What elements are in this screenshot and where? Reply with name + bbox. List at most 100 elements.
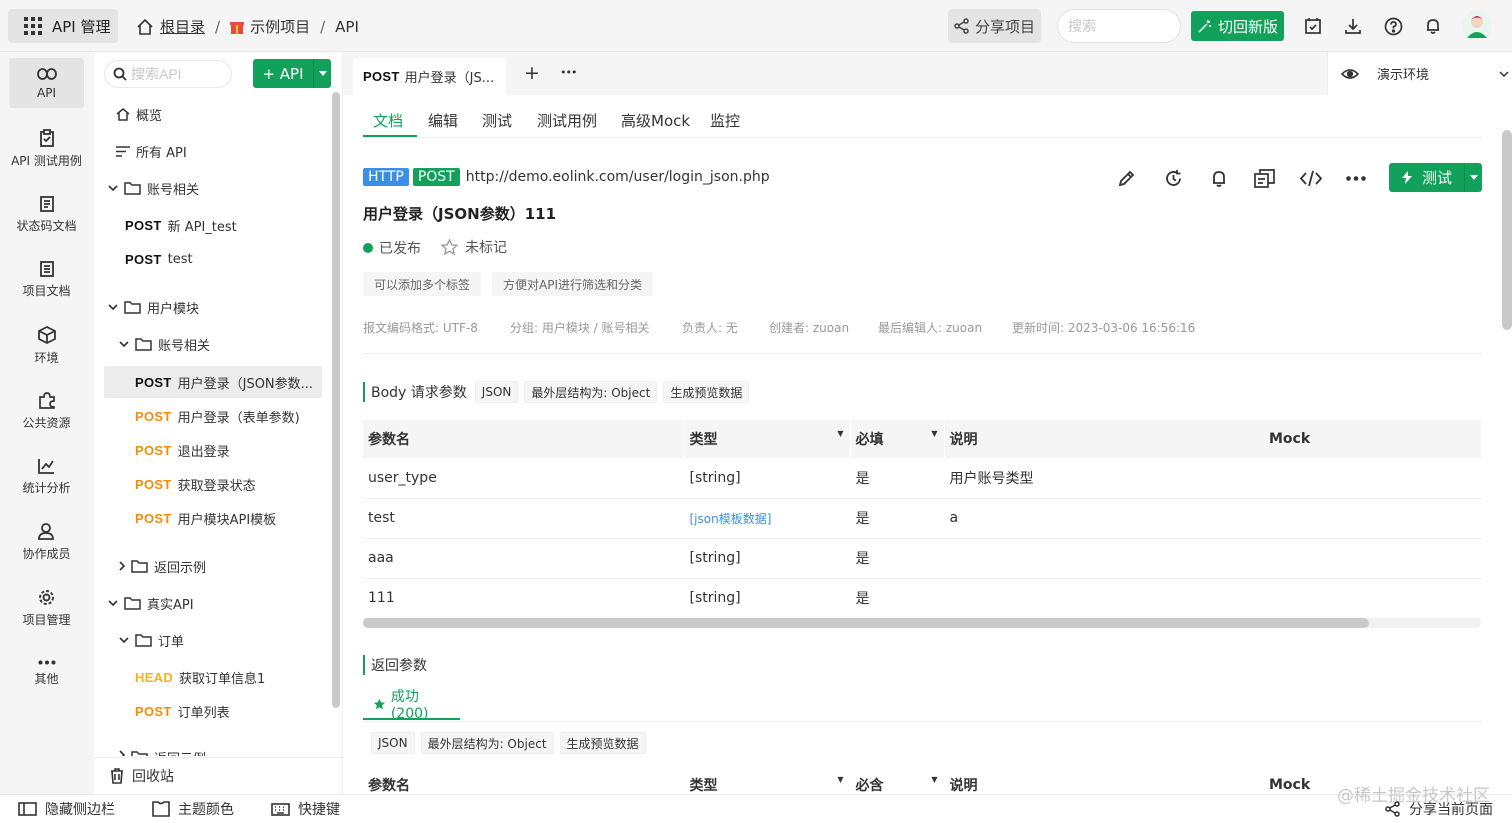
generate-preview-button[interactable]: 生成预览数据 [663, 381, 750, 403]
hide-sidebar-label: 隐藏侧边栏 [45, 802, 115, 818]
subtab-test-cases[interactable]: 测试用例 [537, 110, 597, 131]
history-icon[interactable] [1164, 169, 1183, 188]
caret-down-icon [1469, 175, 1478, 180]
caret-down-icon: ▼ [931, 429, 938, 438]
api-search[interactable] [104, 60, 232, 88]
edit-icon[interactable] [1118, 169, 1136, 187]
download-icon[interactable] [1341, 14, 1365, 38]
switch-new-version-button[interactable]: 切回新版 [1191, 11, 1284, 41]
nav-item-project-management[interactable]: 项目管理 [9, 583, 84, 633]
recycle-bin[interactable]: 回收站 [94, 757, 343, 794]
tree-item-api[interactable]: POST 订单列表 [135, 695, 230, 727]
app-menu-button[interactable]: API 管理 [8, 9, 118, 43]
tab-more-button[interactable]: ••• [560, 66, 577, 79]
tree-folder-user-account[interactable]: 账号相关 [119, 328, 210, 360]
tree-item-all-api[interactable]: 所有 API [116, 135, 187, 167]
subtab-test[interactable]: 测试 [482, 110, 512, 131]
share-project-button[interactable]: 分享项目 [948, 9, 1041, 43]
nav-item-api-test-cases[interactable]: API 测试用例 [9, 124, 84, 174]
nav-item-members[interactable]: 协作成员 [9, 517, 84, 567]
response-tab-label: 成功 (200) [390, 689, 429, 722]
tree-item-label: 返回示例 [154, 560, 207, 576]
status-dot [363, 243, 373, 253]
nav-item-api[interactable]: API [9, 58, 84, 108]
nav-item-project-docs[interactable]: 项目文档 [9, 255, 84, 305]
tree-item-api[interactable]: POST 退出登录 [135, 434, 230, 466]
test-button[interactable]: 测试 [1389, 163, 1482, 192]
add-tab-button[interactable]: + [524, 62, 540, 84]
breadcrumb: 根目录 / 示例项目 / API [136, 16, 359, 37]
calendar-check-icon[interactable] [1301, 14, 1325, 38]
environment-select[interactable]: 演示环境 [1327, 52, 1512, 95]
bell-icon[interactable] [1421, 14, 1445, 38]
nav-item-other[interactable]: 其他 [9, 648, 84, 698]
share-page-button[interactable]: 分享当前页面 [1385, 799, 1493, 819]
param-type-link[interactable]: [json模板数据] [683, 498, 850, 539]
param-name: 111 [363, 578, 684, 619]
tree-folder-user[interactable]: 用户模块 [108, 291, 199, 323]
nav-item-status-codes[interactable]: 状态码文档 [9, 190, 84, 240]
avatar[interactable] [1462, 10, 1492, 40]
tree-item-api[interactable]: POST 用户模块API模板 [135, 502, 276, 534]
code-icon[interactable] [1300, 170, 1322, 187]
add-api-button[interactable]: + API [253, 59, 331, 88]
table-horizontal-scrollbar[interactable] [363, 618, 1369, 628]
nav-item-label: 协作成员 [22, 546, 71, 561]
tree-folder-return-2[interactable]: 返回示例 [119, 742, 206, 756]
subtab-monitor[interactable]: 监控 [710, 110, 740, 131]
add-api-dropdown[interactable] [314, 71, 331, 76]
tree-item-label: 概览 [136, 108, 163, 124]
col-header-type[interactable]: 类型 ▼ [683, 420, 850, 458]
tree-item-api[interactable]: HEAD 获取订单信息1 [135, 661, 265, 693]
hide-sidebar-button[interactable]: 隐藏侧边栏 [18, 799, 115, 819]
method-badge: POST [135, 510, 172, 526]
tree-folder-return[interactable]: 返回示例 [119, 550, 206, 582]
tab-api-login-json[interactable]: POST 用户登录（JS... [353, 58, 506, 95]
col-header-type[interactable]: 类型 ▼ [683, 766, 850, 795]
help-icon[interactable] [1381, 14, 1405, 38]
tree-item-api[interactable]: POST 获取登录状态 [135, 468, 256, 500]
page-vertical-scrollbar[interactable] [1502, 130, 1512, 330]
tree-scrollbar[interactable] [332, 92, 340, 708]
puzzle-icon [38, 392, 55, 409]
star-toggle[interactable]: 未标记 [441, 237, 507, 257]
api-tag[interactable]: 方便对API进行筛选和分类 [492, 272, 653, 296]
param-required: 是 [849, 538, 944, 579]
chevron-right-icon [119, 750, 125, 756]
api-tag[interactable]: 可以添加多个标签 [363, 272, 482, 296]
col-header-required[interactable]: 必填 ▼ [849, 420, 944, 458]
theme-color-button[interactable]: 主题颜色 [152, 799, 234, 819]
tab-bar: POST 用户登录（JS... + ••• 演示环境 [343, 52, 1512, 95]
tree-folder-real-api[interactable]: 真实API [108, 587, 194, 619]
subtab-edit[interactable]: 编辑 [428, 110, 458, 131]
breadcrumb-root[interactable]: 根目录 [160, 16, 205, 37]
nav-item-label: 环境 [34, 351, 59, 365]
copy-icon[interactable] [1254, 169, 1275, 188]
response-tab-success[interactable]: 成功 (200) [363, 689, 460, 722]
subtab-advanced-mock[interactable]: 高级Mock [621, 110, 690, 131]
breadcrumb-project[interactable]: 示例项目 [250, 16, 310, 37]
api-search-input[interactable] [131, 66, 231, 82]
col-header-required[interactable]: 必含 ▼ [849, 766, 944, 795]
section-title: 返回参数 [371, 658, 427, 674]
nav-item-public-resources[interactable]: 公共资源 [9, 386, 84, 436]
keyboard-icon [271, 802, 290, 816]
tree-folder-order[interactable]: 订单 [119, 624, 184, 656]
notify-icon[interactable] [1210, 169, 1228, 188]
tree-folder-account[interactable]: 账号相关 [108, 172, 199, 204]
tree-item-api-selected[interactable]: POST 用户登录（JSON参数... [135, 366, 313, 398]
tree-item-api[interactable]: POST test [125, 243, 193, 275]
shortcut-button[interactable]: 快捷键 [271, 799, 340, 819]
nav-item-environment[interactable]: 环境 [9, 321, 84, 371]
nav-item-statistics[interactable]: 统计分析 [9, 452, 84, 502]
more-actions-icon[interactable] [1346, 176, 1366, 181]
global-search-input[interactable] [1057, 9, 1181, 43]
tree-item-api[interactable]: POST 新 API_test [125, 209, 237, 241]
generate-preview-button[interactable]: 生成预览数据 [559, 732, 646, 754]
param-name: user_type [363, 458, 684, 499]
tree-item-overview[interactable]: 概览 [116, 98, 162, 130]
tree-item-api[interactable]: POST 用户登录（表单参数) [135, 400, 300, 432]
subtab-doc[interactable]: 文档 [373, 110, 403, 131]
test-dropdown[interactable] [1465, 175, 1482, 180]
param-mock [1264, 538, 1481, 579]
